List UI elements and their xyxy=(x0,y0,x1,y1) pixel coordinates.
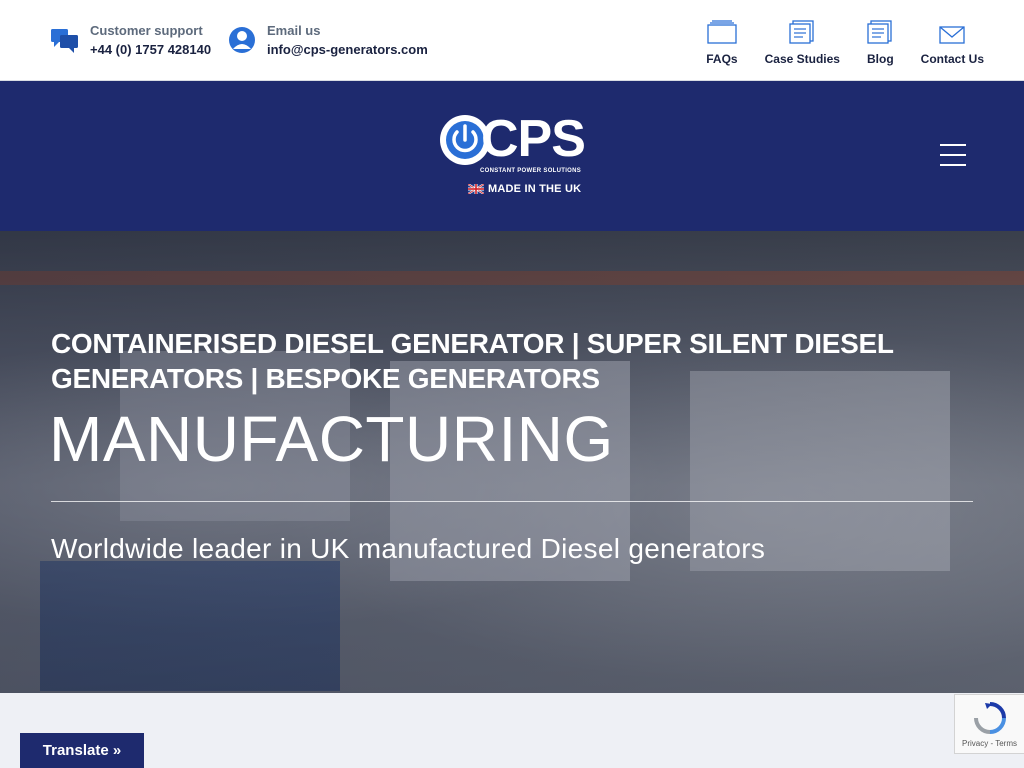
nav-blog[interactable]: Blog xyxy=(867,18,894,66)
hero-subtitle: CONTAINERISED DIESEL GENERATOR | SUPER S… xyxy=(51,328,894,394)
folder-icon xyxy=(707,20,737,44)
hero-tagline: Worldwide leader in UK manufactured Dies… xyxy=(51,533,766,564)
recaptcha-icon xyxy=(973,701,1006,734)
nav-contact-us-label: Contact Us xyxy=(920,52,984,66)
document-icon xyxy=(789,20,814,44)
nav-faqs-label: FAQs xyxy=(706,52,738,66)
email-address[interactable]: info@cps-generators.com xyxy=(267,40,428,60)
top-bar: Customer support +44 (0) 1757 428140 Ema… xyxy=(0,0,1024,81)
customer-support[interactable]: Customer support +44 (0) 1757 428140 xyxy=(50,22,211,60)
email-contact[interactable]: Email us info@cps-generators.com xyxy=(227,22,428,60)
nav-contact-us[interactable]: Contact Us xyxy=(921,18,984,66)
translate-button[interactable]: Translate » xyxy=(20,733,144,768)
document-icon xyxy=(867,20,892,44)
logo-subtitle: CONSTANT POWER SOLUTIONS xyxy=(480,168,582,174)
logo-letters: CPS xyxy=(481,110,586,168)
chat-bubbles-icon xyxy=(51,29,78,53)
hero-banner: CONTAINERISED DIESEL GENERATOR | SUPER S… xyxy=(0,231,1024,693)
user-icon xyxy=(229,27,255,53)
uk-flag-icon xyxy=(468,184,484,194)
made-in-uk: MADE IN THE UK xyxy=(468,183,588,195)
envelope-icon xyxy=(939,26,965,44)
site-header: CPS CONSTANT POWER SOLUTIONS MADE IN THE… xyxy=(0,81,1024,231)
top-nav: FAQs Case Studies Blog Contact Us xyxy=(679,18,984,66)
support-label: Customer support xyxy=(90,23,203,38)
hero-title: MANUFACTURING xyxy=(49,403,614,475)
nav-faqs[interactable]: FAQs xyxy=(706,18,738,66)
hero-divider xyxy=(51,501,973,502)
email-label: Email us xyxy=(267,23,321,38)
recaptcha-text: Privacy - Terms xyxy=(962,738,1017,748)
made-in-uk-text: MADE IN THE UK xyxy=(488,183,582,195)
nav-case-studies[interactable]: Case Studies xyxy=(765,18,840,66)
support-phone[interactable]: +44 (0) 1757 428140 xyxy=(90,40,211,60)
hamburger-icon[interactable] xyxy=(940,144,966,166)
cps-logo[interactable]: CPS CONSTANT POWER SOLUTIONS MADE IN THE… xyxy=(438,110,588,197)
nav-case-studies-label: Case Studies xyxy=(764,52,840,66)
recaptcha-badge[interactable]: Privacy - Terms xyxy=(954,694,1024,754)
nav-blog-label: Blog xyxy=(866,52,894,66)
